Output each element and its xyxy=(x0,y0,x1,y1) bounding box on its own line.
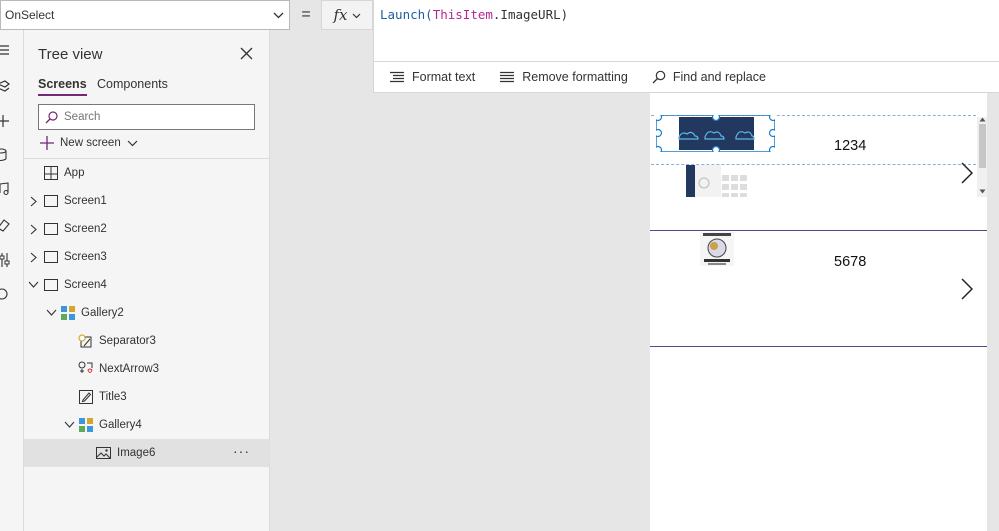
tree-node-nextarrow3[interactable]: NextArrow3 xyxy=(24,355,269,383)
format-lines-icon xyxy=(390,71,404,83)
formula-property: .ImageURL) xyxy=(492,7,569,22)
icons-icon xyxy=(78,361,93,373)
chevron-down-icon[interactable] xyxy=(64,421,75,428)
scroll-down-icon[interactable] xyxy=(979,189,986,194)
close-icon[interactable] xyxy=(240,47,253,60)
screen-icon xyxy=(44,195,58,207)
tab-screens[interactable]: Screens xyxy=(38,77,87,96)
selected-image6[interactable] xyxy=(653,112,778,155)
tree-node-app[interactable]: App xyxy=(24,159,269,187)
screen-icon xyxy=(44,251,58,263)
format-text-button[interactable]: Format text xyxy=(389,70,475,84)
menu-icon[interactable] xyxy=(0,44,10,56)
search-icon xyxy=(45,110,58,123)
tree-node-label: App xyxy=(64,167,85,179)
tree-node-screen4[interactable]: Screen4 xyxy=(24,271,269,299)
fx-icon: fx xyxy=(333,6,348,24)
chevron-down-icon xyxy=(127,140,138,146)
formula-function: Launch( xyxy=(380,7,433,22)
property-name: OnSelect xyxy=(5,8,55,22)
tree-node-label: Title3 xyxy=(99,391,127,403)
layers-icon[interactable] xyxy=(0,80,10,94)
tree-view-title: Tree view xyxy=(38,46,103,63)
fx-button[interactable]: fx xyxy=(321,0,373,30)
tab-components[interactable]: Components xyxy=(97,77,168,91)
tree-view-panel: Tree view Screens Components New screen … xyxy=(24,30,270,531)
cloud-image xyxy=(653,112,778,155)
scroll-up-icon[interactable] xyxy=(979,117,986,122)
tree-node-screen3[interactable]: Screen3 xyxy=(24,243,269,271)
chevron-down-icon[interactable] xyxy=(28,281,39,288)
row-title-1[interactable]: 1234 xyxy=(834,138,866,154)
search-icon xyxy=(652,70,666,84)
app-canvas[interactable] xyxy=(650,93,987,531)
gallery-image-thumbnail[interactable] xyxy=(686,165,748,197)
tree-node-label: Image6 xyxy=(117,447,156,459)
chevron-right-icon[interactable] xyxy=(30,252,37,263)
find-replace-button[interactable]: Find and replace xyxy=(652,70,766,84)
format-text-label: Format text xyxy=(412,70,476,84)
label-edit-icon xyxy=(79,390,93,404)
chevron-down-icon xyxy=(352,13,360,18)
tree-node-label: NextArrow3 xyxy=(99,363,160,375)
tree-node-label: Gallery2 xyxy=(81,307,124,319)
chevron-right-icon[interactable] xyxy=(30,196,37,207)
tree-node-gallery4[interactable]: Gallery4 xyxy=(24,411,269,439)
scrollbar-thumb[interactable] xyxy=(979,124,986,168)
search-input[interactable] xyxy=(64,111,244,123)
media-icon[interactable] xyxy=(0,182,10,196)
screen-icon xyxy=(44,279,58,291)
gallery-icon xyxy=(79,418,93,432)
image-icon xyxy=(96,447,111,459)
formatting-toolbar: Format text Remove formatting Find and r… xyxy=(373,62,999,93)
search-box[interactable] xyxy=(38,104,255,130)
next-arrow-icon[interactable] xyxy=(961,162,973,184)
tree-node-label: Separator3 xyxy=(99,335,156,347)
search-circle-icon[interactable] xyxy=(0,287,10,301)
power-automate-icon[interactable] xyxy=(0,218,10,232)
left-rail xyxy=(0,30,24,531)
separator-line xyxy=(650,346,987,347)
badge-image xyxy=(700,232,734,266)
remove-formatting-label: Remove formatting xyxy=(522,70,628,84)
insert-plus-icon[interactable] xyxy=(0,114,10,128)
gallery-image-badge[interactable] xyxy=(700,232,734,266)
tree-node-label: Gallery4 xyxy=(99,419,142,431)
chevron-right-icon[interactable] xyxy=(30,224,37,235)
gallery-icon xyxy=(61,306,75,320)
tree-node-separator3[interactable]: Separator3 xyxy=(24,327,269,355)
tree-node-screen1[interactable]: Screen1 xyxy=(24,187,269,215)
formula-input[interactable]: Launch(ThisItem.ImageURL) xyxy=(373,0,999,62)
tree-node-title3[interactable]: Title3 xyxy=(24,383,269,411)
advanced-tools-icon[interactable] xyxy=(0,252,10,268)
tree-node-label: Screen4 xyxy=(64,279,107,291)
separator-line xyxy=(650,230,987,231)
plus-icon xyxy=(40,136,54,150)
chevron-down-icon xyxy=(273,12,284,19)
more-options-icon[interactable]: ··· xyxy=(233,443,250,459)
document-thumbnail xyxy=(686,165,747,197)
tree-node-label: Screen1 xyxy=(64,195,107,207)
remove-formatting-button[interactable]: Remove formatting xyxy=(499,70,628,84)
tree-node-gallery2[interactable]: Gallery2 xyxy=(24,299,269,327)
screen-icon xyxy=(44,223,58,235)
formula-keyword: ThisItem xyxy=(432,7,493,22)
remove-formatting-icon xyxy=(500,71,515,83)
tree-node-screen2[interactable]: Screen2 xyxy=(24,215,269,243)
tree-node-label: Screen3 xyxy=(64,251,107,263)
shape-icon xyxy=(78,334,92,348)
tree-node-image6[interactable]: Image6 ··· xyxy=(24,439,269,467)
data-icon[interactable] xyxy=(0,148,10,162)
chevron-down-icon[interactable] xyxy=(46,309,57,316)
row-title-2[interactable]: 5678 xyxy=(834,254,866,270)
new-screen-button[interactable]: New screen xyxy=(40,136,138,150)
property-dropdown[interactable]: OnSelect xyxy=(0,0,290,30)
find-replace-label: Find and replace xyxy=(672,70,766,84)
app-icon xyxy=(44,166,58,180)
next-arrow-icon[interactable] xyxy=(961,278,973,300)
tree-node-label: Screen2 xyxy=(64,223,107,235)
equals-sign: = xyxy=(301,6,311,23)
new-screen-label: New screen xyxy=(60,137,121,149)
